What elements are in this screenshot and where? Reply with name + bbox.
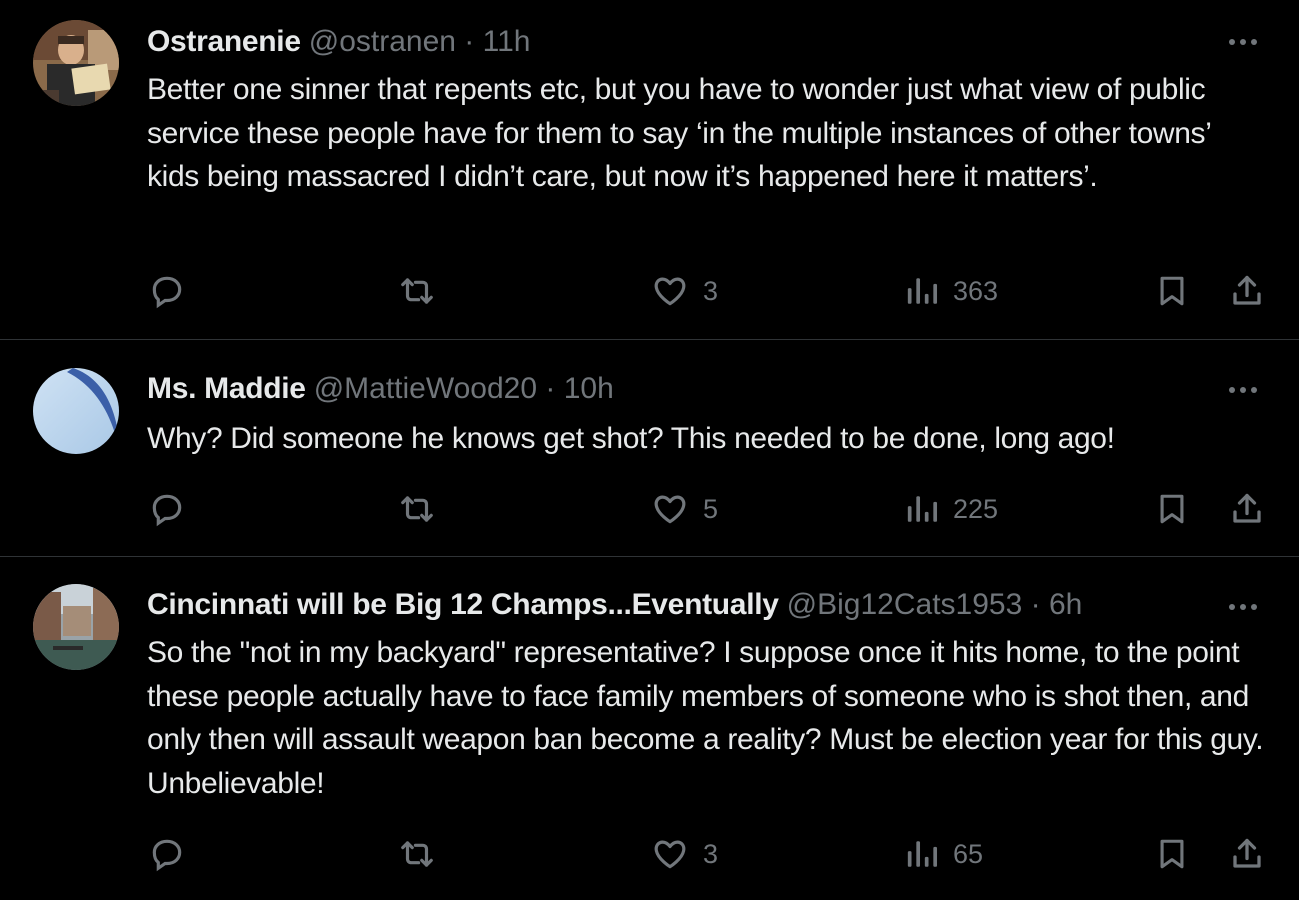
more-dots-icon[interactable] bbox=[1223, 597, 1263, 617]
bookmark-icon bbox=[1155, 272, 1189, 310]
like-button[interactable]: 3 bbox=[651, 269, 718, 313]
tweet[interactable]: Ms. Maddie @MattieWood20 · 10h Why? Did s… bbox=[0, 340, 1299, 557]
tweet-text: Why? Did someone he knows get shot? This… bbox=[147, 422, 1115, 455]
retweet-button[interactable] bbox=[397, 832, 437, 876]
bookmark-icon bbox=[1155, 490, 1189, 528]
retweet-icon bbox=[397, 835, 437, 873]
reply-button[interactable] bbox=[148, 487, 186, 531]
heart-icon bbox=[651, 272, 689, 310]
avatar[interactable] bbox=[33, 368, 119, 454]
reply-icon bbox=[148, 490, 186, 528]
separator: · bbox=[1030, 588, 1041, 621]
like-count: 5 bbox=[703, 493, 719, 524]
tweet-header: Cincinnati will be Big 12 Champs...Event… bbox=[147, 585, 1189, 625]
reply-feed: Ostranenie @ostranen · 11h Better one sin… bbox=[0, 0, 1299, 900]
avatar[interactable] bbox=[33, 20, 119, 106]
reply-icon bbox=[148, 272, 186, 310]
more-dots-icon[interactable] bbox=[1223, 32, 1263, 52]
share-icon bbox=[1229, 490, 1265, 528]
share-button[interactable] bbox=[1229, 832, 1265, 876]
like-button[interactable]: 3 bbox=[651, 832, 718, 876]
action-bar: 3 65 bbox=[0, 832, 1299, 876]
action-bar: 5 225 bbox=[0, 487, 1299, 531]
timestamp[interactable]: 11h bbox=[483, 25, 531, 58]
heart-icon bbox=[651, 490, 689, 528]
display-name[interactable]: Ostranenie bbox=[147, 25, 301, 58]
avatar[interactable] bbox=[33, 584, 119, 670]
bookmark-button[interactable] bbox=[1155, 832, 1189, 876]
separator: · bbox=[545, 372, 556, 405]
share-button[interactable] bbox=[1229, 487, 1265, 531]
retweet-button[interactable] bbox=[397, 487, 437, 531]
share-icon bbox=[1229, 272, 1265, 310]
views-chart-icon bbox=[905, 274, 939, 308]
tweet-text: So the "not in my backyard" representati… bbox=[147, 636, 1264, 800]
views-button[interactable]: 363 bbox=[905, 269, 998, 313]
bookmark-icon bbox=[1155, 835, 1189, 873]
display-name[interactable]: Ms. Maddie bbox=[147, 372, 306, 405]
tweet[interactable]: Cincinnati will be Big 12 Champs...Event… bbox=[0, 557, 1299, 900]
views-chart-icon bbox=[905, 492, 939, 526]
retweet-button[interactable] bbox=[397, 269, 437, 313]
reply-button[interactable] bbox=[148, 832, 186, 876]
like-button[interactable]: 5 bbox=[651, 487, 718, 531]
views-chart-icon bbox=[905, 837, 939, 871]
views-button[interactable]: 225 bbox=[905, 487, 998, 531]
reply-button[interactable] bbox=[148, 269, 186, 313]
views-count: 65 bbox=[953, 838, 984, 869]
tweet-header: Ms. Maddie @MattieWood20 · 10h bbox=[147, 369, 1189, 409]
retweet-icon bbox=[397, 490, 437, 528]
timestamp[interactable]: 10h bbox=[564, 372, 614, 405]
bookmark-button[interactable] bbox=[1155, 269, 1189, 313]
like-count: 3 bbox=[703, 838, 719, 869]
user-handle[interactable]: @MattieWood20 bbox=[314, 372, 537, 405]
views-count: 363 bbox=[953, 275, 999, 306]
tweet-header: Ostranenie @ostranen · 11h bbox=[147, 22, 1189, 62]
tweet-text: Better one sinner that repents etc, but … bbox=[147, 73, 1211, 193]
share-icon bbox=[1229, 835, 1265, 873]
reply-icon bbox=[148, 835, 186, 873]
tweet[interactable]: Ostranenie @ostranen · 11h Better one sin… bbox=[0, 0, 1299, 340]
retweet-icon bbox=[397, 272, 437, 310]
action-bar: 3 363 bbox=[0, 269, 1299, 313]
user-handle[interactable]: @Big12Cats1953 bbox=[787, 588, 1023, 621]
user-handle[interactable]: @ostranen bbox=[309, 25, 456, 58]
views-count: 225 bbox=[953, 493, 999, 524]
more-dots-icon[interactable] bbox=[1223, 380, 1263, 400]
heart-icon bbox=[651, 835, 689, 873]
share-button[interactable] bbox=[1229, 269, 1265, 313]
views-button[interactable]: 65 bbox=[905, 832, 983, 876]
separator: · bbox=[464, 25, 475, 58]
timestamp[interactable]: 6h bbox=[1049, 588, 1082, 621]
bookmark-button[interactable] bbox=[1155, 487, 1189, 531]
display-name[interactable]: Cincinnati will be Big 12 Champs...Event… bbox=[147, 588, 779, 621]
like-count: 3 bbox=[703, 275, 719, 306]
